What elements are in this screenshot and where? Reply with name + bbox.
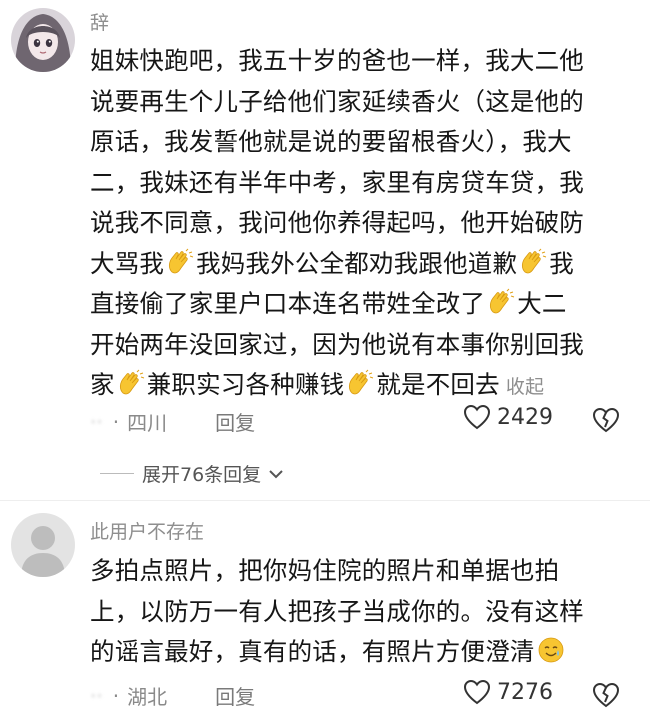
text-segment: 大二	[517, 289, 567, 318]
text-segment: 的谣言最好，真有的话，有照片方便澄清	[90, 637, 535, 666]
avatar-anime[interactable]	[11, 8, 75, 72]
like-count: 2429	[497, 404, 553, 430]
like-count: 7276	[497, 679, 553, 705]
like-button[interactable]: 2429	[463, 404, 553, 430]
dislike-button[interactable]	[592, 682, 620, 712]
location-label: 湖北	[127, 685, 168, 709]
comment-line: 开始两年没回家过，因为他说有本事你别回我	[90, 329, 584, 359]
dislike-button[interactable]	[592, 407, 620, 437]
comment-meta: ·· · 四川 回复	[90, 407, 255, 436]
expand-replies-label: 展开76条回复	[142, 464, 262, 486]
comment-text: 姐妹快跑吧，我五十岁的爸也一样，我大二他 说要再生个儿子给他们家延续香火（这是他…	[90, 41, 630, 408]
text-segment: 直接偷了家里户口本连名带姓全改了	[90, 289, 486, 318]
divider	[0, 500, 650, 501]
text-segment: 就是不回去	[376, 370, 500, 399]
reply-button[interactable]: 回复	[215, 407, 255, 436]
broken-heart-icon	[592, 682, 620, 708]
comment-line: 原话，我发誓他就是说的要留根香火），我大	[90, 127, 572, 156]
comment-line: 家 兼职实习各种赚钱 就是不回去 收起	[90, 365, 630, 408]
text-segment: 家	[90, 370, 115, 399]
collapse-link[interactable]: 收起	[506, 376, 544, 398]
avatar-default[interactable]	[11, 513, 75, 577]
comment-username[interactable]: 辞	[90, 8, 109, 35]
expand-replies[interactable]: 展开76条回复	[100, 460, 285, 487]
heart-outline-icon	[463, 404, 491, 430]
text-segment: 兼职实习各种赚钱	[146, 370, 345, 399]
clapping-hands-emoji-icon	[519, 248, 547, 276]
comment-line: 多拍点照片，把你妈住院的照片和单据也拍	[90, 556, 560, 585]
blurred-timestamp: ··	[90, 409, 103, 434]
comment-line: 姐妹快跑吧，我五十岁的爸也一样，我大二他	[90, 46, 584, 75]
clapping-hands-emoji-icon	[346, 369, 374, 397]
expand-line	[100, 473, 134, 474]
chevron-down-icon	[269, 469, 283, 478]
comment-line: 直接偷了家里户口本连名带姓全改了 大二	[90, 284, 630, 325]
broken-heart-icon	[592, 407, 620, 433]
comment-1: 辞 姐妹快跑吧，我五十岁的爸也一样，我大二他 说要再生个儿子给他们家延续香火（这…	[0, 0, 650, 490]
heart-outline-icon	[463, 679, 491, 705]
comment-line: 二，我妹还有半年中考，家里有房贷车贷，我	[90, 167, 584, 197]
location-label: 四川	[127, 411, 168, 435]
comment-line: 说要再生个儿子给他们家延续香火（这是他的	[90, 86, 584, 116]
text-segment: 我	[549, 248, 574, 278]
comment-line: 说我不同意，我问他你养得起吗，他开始破防	[90, 208, 584, 237]
clapping-hands-emoji-icon	[117, 369, 145, 397]
separator-dot: ·	[112, 683, 120, 708]
clapping-hands-emoji-icon	[487, 288, 515, 316]
comment-2: 此用户不存在 多拍点照片，把你妈住院的照片和单据也拍 上，以防万一有人把孩子当成…	[0, 505, 650, 719]
blurred-timestamp: ··	[90, 683, 103, 708]
clapping-hands-emoji-icon	[166, 248, 194, 276]
reply-button[interactable]: 回复	[215, 681, 255, 710]
like-button[interactable]: 7276	[463, 679, 553, 705]
comment-meta: ·· · 湖北 回复	[90, 681, 255, 710]
smiling-face-with-tear-emoji-icon	[537, 636, 565, 664]
separator-dot: ·	[112, 409, 120, 434]
comment-line: 大骂我 我妈我外公全都劝我跟他道歉 我	[90, 244, 630, 285]
comment-line: 上，以防万一有人把孩子当成你的。没有这样	[90, 596, 584, 626]
text-segment: 大骂我	[90, 248, 165, 278]
comment-line: 的谣言最好，真有的话，有照片方便澄清	[90, 632, 630, 673]
comment-text: 多拍点照片，把你妈住院的照片和单据也拍 上，以防万一有人把孩子当成你的。没有这样…	[90, 551, 630, 673]
text-segment: 我妈我外公全都劝我跟他道歉	[196, 248, 518, 278]
comment-username[interactable]: 此用户不存在	[90, 517, 204, 544]
